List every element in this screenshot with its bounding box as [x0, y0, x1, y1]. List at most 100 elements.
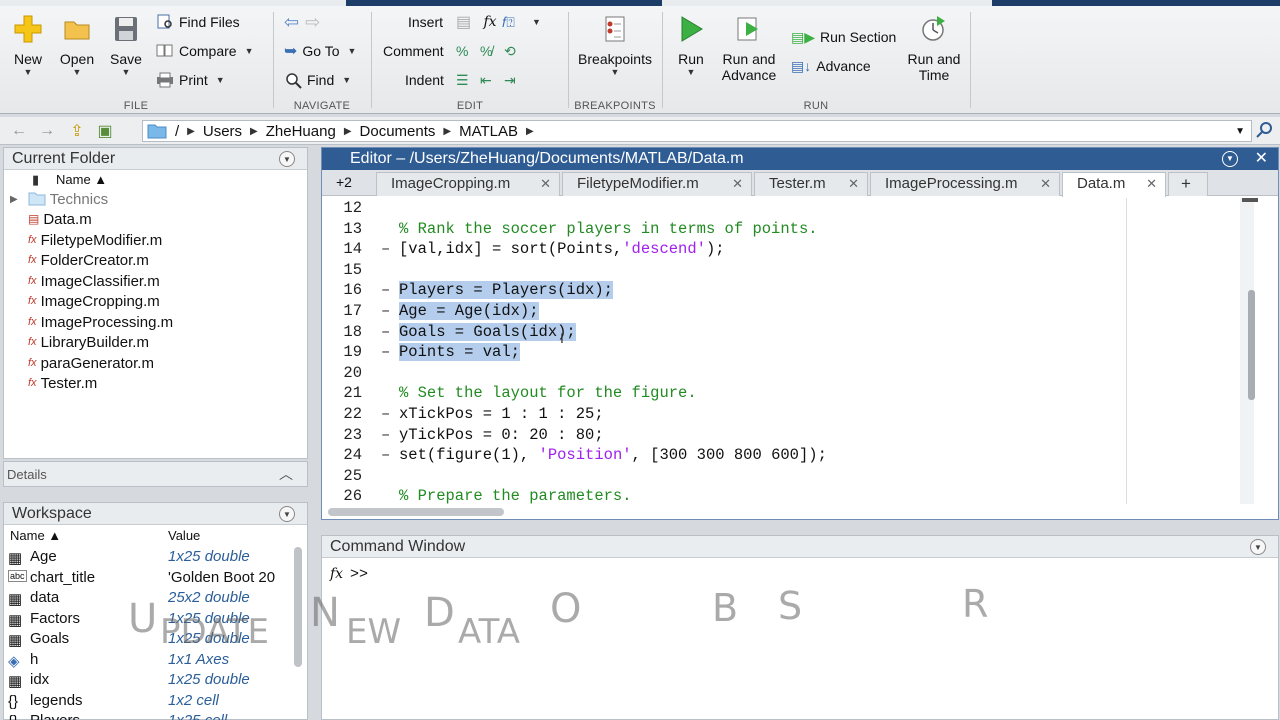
workspace-row[interactable]: ▦ data 25x2 double — [4, 588, 294, 608]
function-browser-icon[interactable]: fx — [330, 566, 343, 582]
search-icon[interactable] — [1256, 121, 1274, 142]
run-and-time-button[interactable]: Run and Time — [903, 14, 965, 83]
insert-button[interactable]: Insert — [408, 11, 443, 33]
editor-scroll-thumb[interactable] — [1248, 290, 1255, 400]
chevron-up-icon[interactable]: ︿ — [279, 464, 293, 484]
code-line[interactable]: % Rank the soccer players in terms of po… — [399, 220, 818, 238]
code-line[interactable]: % Set the layout for the figure. — [399, 384, 697, 402]
forward-icon[interactable]: → — [36, 120, 58, 142]
path-dropdown-icon[interactable]: ▼ — [1235, 126, 1245, 137]
comment-percent-icon[interactable]: % — [456, 43, 480, 59]
panel-menu-icon[interactable]: ▼ — [279, 151, 295, 167]
file-row[interactable]: fx ImageClassifier.m — [28, 271, 160, 291]
chevron-down-icon[interactable]: ▼ — [532, 17, 541, 27]
up-folder-icon[interactable]: ⇪ — [66, 120, 88, 142]
run-section-button[interactable]: ▤▶ Run Section — [791, 26, 896, 48]
close-icon[interactable]: ✕ — [1255, 148, 1268, 170]
uncomment-icon[interactable]: %̸ — [480, 43, 504, 59]
tab-imagecropping[interactable]: ImageCropping.m ✕ — [376, 172, 560, 196]
function-fx-icon[interactable]: fx — [478, 14, 502, 30]
back-arrow-icon[interactable]: ⇦ — [284, 12, 299, 33]
close-tab-icon[interactable]: ✕ — [540, 173, 551, 195]
new-button[interactable]: New ▼ — [8, 14, 48, 77]
breakpoint-dash[interactable]: – — [381, 323, 390, 341]
path-crumb[interactable]: Users — [203, 123, 242, 140]
new-tab-button[interactable]: + — [1168, 172, 1208, 196]
tab-tester[interactable]: Tester.m ✕ — [754, 172, 868, 196]
workspace-row[interactable]: {} Players 1x25 cell — [4, 711, 294, 720]
workspace-name-header[interactable]: Name ▲ — [10, 528, 61, 543]
path-crumb[interactable]: Documents — [360, 123, 436, 140]
split-handle-icon[interactable] — [1242, 198, 1258, 202]
command-input[interactable] — [374, 564, 1254, 586]
function-insert-icon[interactable]: 𝑓⍰ — [502, 14, 524, 31]
code-line[interactable]: [val,idx] = sort(Points,'descend'); — [399, 240, 725, 258]
breakpoint-dash[interactable]: – — [381, 405, 390, 423]
close-tab-icon[interactable]: ✕ — [1040, 173, 1051, 195]
tab-overflow-button[interactable]: +2 — [336, 174, 352, 190]
browse-folder-icon[interactable]: ▣ — [94, 120, 116, 142]
workspace-row[interactable]: ▦ Goals 1x25 double — [4, 629, 294, 649]
code-line[interactable]: Points = val; — [399, 343, 520, 362]
find-button[interactable]: Find ▼ — [284, 69, 351, 91]
tab-filetypemodifier[interactable]: FiletypeModifier.m ✕ — [562, 172, 752, 196]
close-tab-icon[interactable]: ✕ — [1146, 173, 1157, 195]
back-icon[interactable]: ← — [8, 120, 30, 142]
workspace-row[interactable]: ▦ Factors 1x25 double — [4, 609, 294, 629]
insert-section-icon[interactable]: ▤ — [456, 12, 478, 32]
forward-arrow-icon[interactable]: ⇨ — [305, 12, 320, 33]
print-button[interactable]: Print ▼ — [156, 69, 225, 91]
workspace-row[interactable]: ▦ Age 1x25 double — [4, 547, 294, 567]
panel-menu-icon[interactable]: ▼ — [279, 506, 295, 522]
file-row[interactable]: fx ImageCropping.m — [28, 291, 160, 311]
back-forward-buttons[interactable]: ⇦ ⇨ — [284, 11, 320, 33]
workspace-row[interactable]: {} legends 1x2 cell — [4, 691, 294, 711]
file-row[interactable]: fx FolderCreator.m — [28, 250, 149, 270]
save-button[interactable]: Save ▼ — [106, 14, 146, 77]
code-line[interactable]: Players = Players(idx); — [399, 281, 613, 300]
file-row[interactable]: ▤ Data.m — [28, 209, 92, 229]
path-crumb[interactable]: ZheHuang — [266, 123, 336, 140]
file-row[interactable]: fx paraGenerator.m — [28, 353, 154, 373]
indent-button[interactable]: Indent — [405, 69, 444, 91]
run-and-advance-button[interactable]: Run and Advance — [719, 14, 779, 83]
find-files-button[interactable]: Find Files — [156, 11, 240, 33]
editor-horizontal-scrollbar[interactable] — [328, 508, 504, 516]
breakpoints-button[interactable]: Breakpoints ▼ — [575, 14, 655, 77]
file-row[interactable]: fx ImageProcessing.m — [28, 312, 173, 332]
path-crumb[interactable]: MATLAB — [459, 123, 518, 140]
path-crumb[interactable]: / — [175, 123, 179, 140]
compare-button[interactable]: Compare ▼ — [156, 40, 254, 62]
go-to-button[interactable]: ➥ Go To ▼ — [284, 40, 356, 62]
tab-data[interactable]: Data.m ✕ — [1062, 172, 1166, 197]
comment-button[interactable]: Comment — [383, 40, 444, 62]
folder-row-technics[interactable]: ▶ Technics — [10, 189, 108, 209]
workspace-row[interactable]: abc chart_title 'Golden Boot 20 — [4, 568, 294, 588]
open-button[interactable]: Open ▼ — [56, 14, 98, 77]
decrease-indent-icon[interactable]: ⇤ — [480, 72, 504, 89]
breakpoint-dash[interactable]: – — [381, 446, 390, 464]
breakpoint-dash[interactable]: – — [381, 281, 390, 299]
path-field[interactable]: / ▶ Users ▶ ZheHuang ▶ Documents ▶ MATLA… — [142, 120, 1252, 142]
workspace-scrollbar[interactable] — [294, 547, 302, 667]
code-line[interactable]: Age = Age(idx); — [399, 302, 539, 320]
workspace-value-header[interactable]: Value — [168, 528, 200, 543]
file-row[interactable]: fx LibraryBuilder.m — [28, 332, 149, 352]
breakpoint-dash[interactable]: – — [381, 426, 390, 444]
increase-indent-icon[interactable]: ⇥ — [504, 72, 528, 89]
file-row[interactable]: fx FiletypeModifier.m — [28, 230, 162, 250]
workspace-row[interactable]: ◈ h 1x1 Axes — [4, 650, 294, 670]
code-line[interactable]: Goals = Goals(idx); — [399, 322, 576, 341]
breakpoint-dash[interactable]: – — [381, 302, 390, 320]
details-panel[interactable]: Details ︿ — [3, 461, 308, 487]
panel-menu-icon[interactable]: ▼ — [1222, 151, 1238, 167]
current-folder-column-header[interactable]: ▮ Name ▲ — [4, 170, 307, 190]
close-tab-icon[interactable]: ✕ — [732, 173, 743, 195]
code-line[interactable]: xTickPos = 1 : 1 : 25; — [399, 405, 604, 423]
run-button[interactable]: Run ▼ — [673, 14, 709, 77]
code-area[interactable]: 12 13 % Rank the soccer players in terms o… — [322, 198, 1242, 506]
file-row[interactable]: fx Tester.m — [28, 373, 97, 393]
code-line[interactable]: set(figure(1), 'Position', [300 300 800 … — [399, 446, 827, 464]
code-line[interactable]: % Prepare the parameters. — [399, 487, 632, 505]
advance-button[interactable]: ▤↓ Advance — [791, 55, 871, 77]
